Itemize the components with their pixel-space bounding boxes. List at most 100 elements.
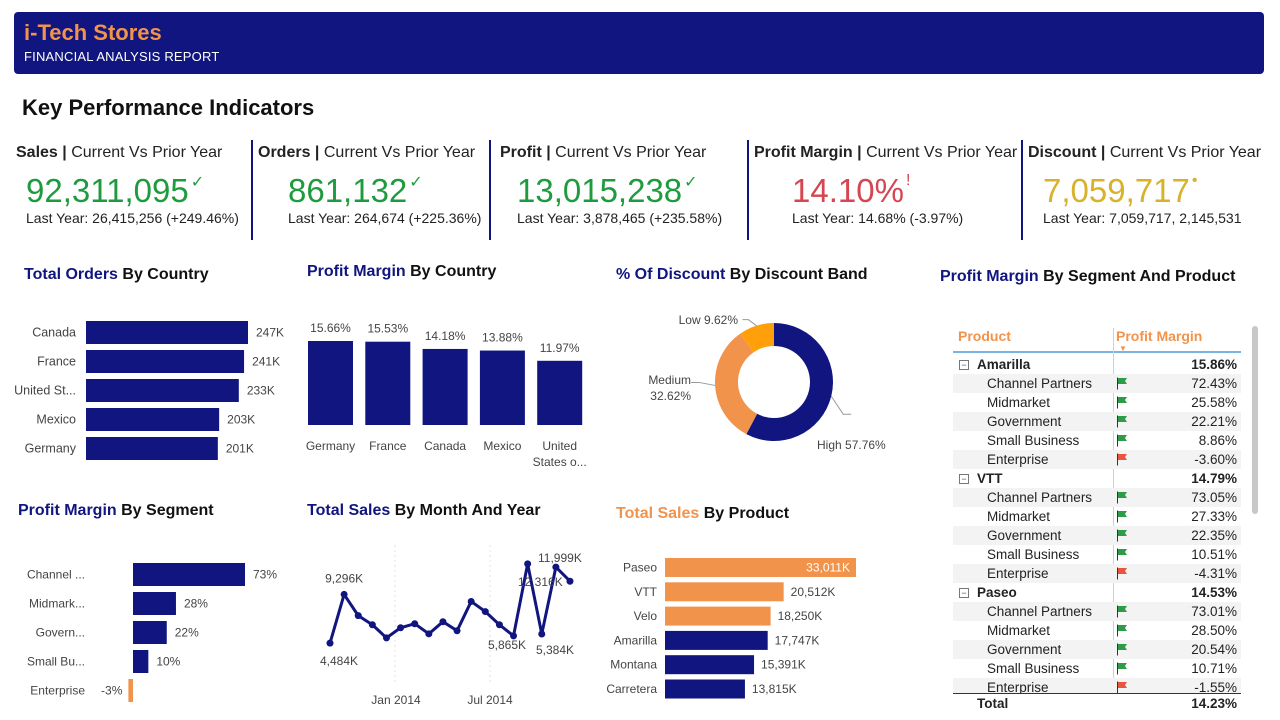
flag-icon [1117,415,1127,428]
column-header-profit-margin[interactable]: Profit Margin [1116,328,1202,344]
table-row[interactable]: Midmarket 27.33% [953,507,1241,526]
table-row[interactable]: Government 20.54% [953,640,1241,659]
bar[interactable] [479,350,525,425]
orders-by-country-chart: Canada 247K France 241K United St... 233K Mexi… [14,321,284,460]
bar[interactable] [86,437,218,460]
data-label: 13.88% [482,331,523,345]
table-row[interactable]: Government 22.21% [953,412,1241,431]
table-row[interactable]: Small Business 10.71% [953,659,1241,678]
bar[interactable] [537,360,583,425]
kpi-profit[interactable]: Profit | Current Vs Prior Year 13,015,23… [500,140,746,240]
data-label: 20,512K [791,585,836,599]
kpi-heading: Key Performance Indicators [22,95,315,120]
bar[interactable] [86,379,239,402]
bar[interactable] [128,679,133,702]
table-row[interactable]: Midmarket 25.58% [953,393,1241,412]
row-label: Government [987,528,1062,543]
data-point[interactable] [453,627,461,635]
row-value: 22.35% [1191,528,1237,543]
table-row[interactable]: Channel Partners 73.01% [953,602,1241,621]
row-label: Paseo [977,585,1017,600]
table-row[interactable]: Midmarket 28.50% [953,621,1241,640]
kpi-divider [251,140,253,240]
table-group-row[interactable]: − Amarilla 15.86% [953,355,1241,374]
table-row[interactable]: Channel Partners 73.05% [953,488,1241,507]
table-scrollbar[interactable] [1252,326,1258,514]
bar[interactable] [86,408,220,431]
row-label: Midmarket [987,395,1051,410]
data-point[interactable] [397,624,405,632]
data-point[interactable] [340,590,348,598]
category-label: Mexico [36,413,76,427]
row-value: 15.86% [1191,357,1237,372]
data-point[interactable] [368,621,376,629]
kpi-value: 92,311,095 ✓ [26,172,205,209]
bar[interactable] [665,630,768,650]
category-label: United [542,439,577,453]
data-point[interactable] [425,630,433,638]
data-point[interactable] [382,634,390,642]
check-icon: ✓ [190,174,205,191]
data-point[interactable] [538,630,546,638]
data-point[interactable] [481,608,489,616]
category-label: France [37,355,76,369]
data-point[interactable] [354,612,362,620]
margin-matrix-table[interactable]: Product Profit Margin ▼ − Amarilla 15.86% C… [953,318,1243,710]
kpi-profit-margin[interactable]: Profit Margin | Current Vs Prior Year 14… [754,140,1020,240]
data-label: 233K [247,384,275,398]
x-tick-label: Jul 2014 [467,693,513,707]
column-header-product[interactable]: Product [958,328,1011,344]
table-group-row[interactable]: − VTT 14.79% [953,469,1241,488]
bar[interactable] [133,621,167,644]
bar[interactable] [365,341,411,425]
bar[interactable] [133,592,176,615]
kpi-orders[interactable]: Orders | Current Vs Prior Year 861,132 ✓ … [258,140,488,240]
data-label: 13,815K [752,682,797,696]
kpi-sales[interactable]: Sales | Current Vs Prior Year 92,311,095… [16,140,250,240]
data-point[interactable] [326,639,334,647]
kpi-discount[interactable]: Discount | Current Vs Prior Year 7,059,7… [1028,140,1268,240]
data-point[interactable] [566,577,574,585]
bar[interactable] [133,650,149,673]
table-row[interactable]: Channel Partners 72.43% [953,374,1241,393]
table-group-row[interactable]: − Paseo 14.53% [953,583,1241,602]
category-label: Montana [610,658,657,672]
collapse-icon[interactable]: − [959,474,969,484]
data-label: 10% [156,655,180,669]
table-row[interactable]: Enterprise -3.60% [953,450,1241,469]
table-row[interactable]: Government 22.35% [953,526,1241,545]
bar[interactable] [665,655,755,675]
data-point[interactable] [495,621,503,629]
bar[interactable] [86,350,245,373]
data-point[interactable] [439,618,447,626]
bar[interactable] [665,606,771,626]
data-point[interactable] [524,560,532,568]
sales-by-product-chart: Paseo 33,011K VTT 20,512K Velo 18,250K Amarill… [606,558,856,699]
kpi-last-year: Last Year: 26,415,256 (+249.46%) [26,210,239,226]
bar[interactable] [665,679,745,699]
kpi-title: Sales | Current Vs Prior Year [16,144,223,161]
table-row[interactable]: Small Business 10.51% [953,545,1241,564]
chart-title-margin-country: Profit Margin By Country [307,263,497,280]
bar[interactable] [308,341,353,425]
bar[interactable] [133,563,245,586]
kpi-title: Orders | Current Vs Prior Year [258,144,476,161]
data-point[interactable] [467,597,475,605]
slice-label: 32.62% [650,389,691,403]
collapse-icon[interactable]: − [959,360,969,370]
category-label: Paseo [623,561,657,575]
flag-icon [1117,567,1127,580]
data-label: 9,296K [325,571,363,585]
report-header: i-Tech Stores FINANCIAL ANALYSIS REPORT [14,12,1264,74]
bar[interactable] [665,582,784,602]
table-row[interactable]: Enterprise -4.31% [953,564,1241,583]
bar[interactable] [422,348,468,425]
row-value: 73.01% [1191,604,1237,619]
category-label: Velo [634,609,658,623]
data-point[interactable] [411,620,419,628]
flag-icon [1117,624,1127,637]
table-row[interactable]: Small Business 8.86% [953,431,1241,450]
bar[interactable] [86,321,248,344]
collapse-icon[interactable]: − [959,588,969,598]
pie-slice[interactable] [715,333,758,435]
